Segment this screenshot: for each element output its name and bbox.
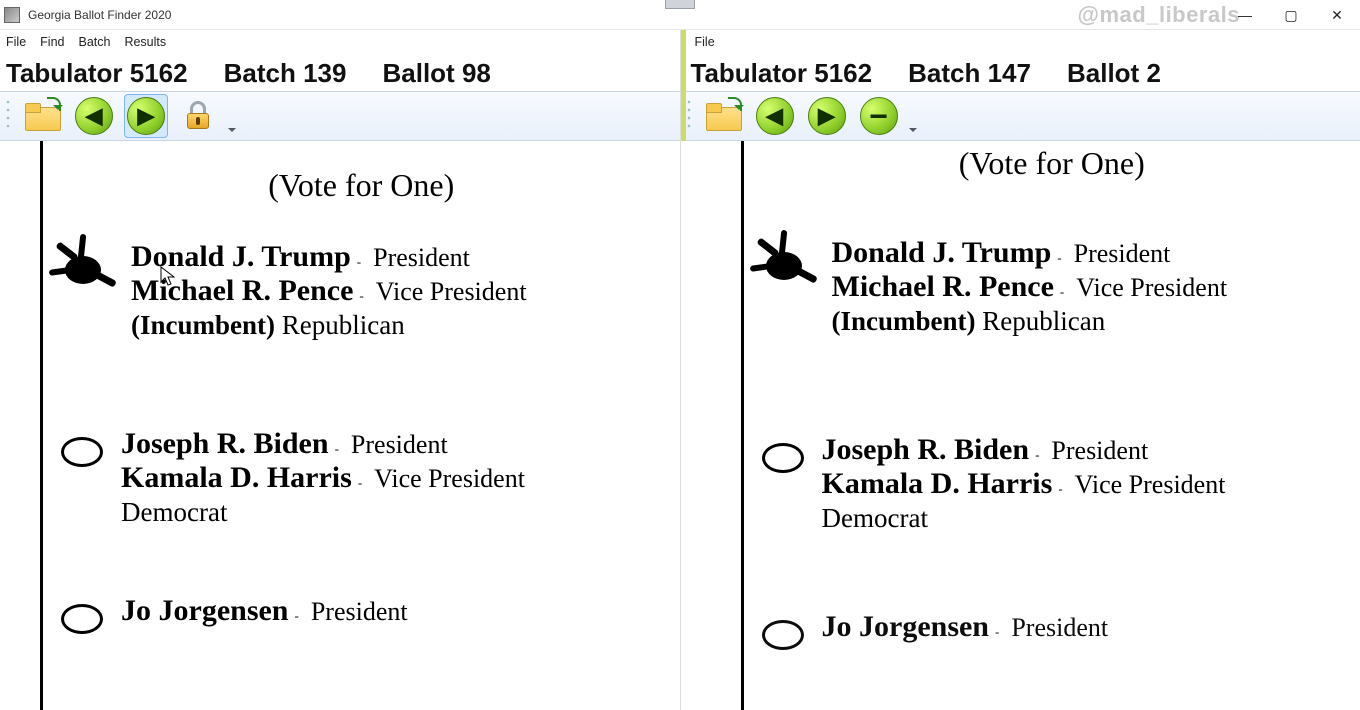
close-button[interactable]: ✕	[1314, 0, 1360, 30]
toolbar-dropdown[interactable]	[228, 96, 236, 136]
candidate-name: Donald J. Trump	[131, 240, 351, 273]
incumbent-label: (Incumbent)	[131, 310, 275, 340]
toolbar-dropdown[interactable]	[909, 96, 917, 136]
menu-find[interactable]: Find	[40, 35, 64, 49]
app-title: Georgia Ballot Finder 2020	[28, 8, 171, 22]
party-label: Republican	[982, 306, 1105, 336]
ballot-value: 98	[462, 58, 491, 88]
candidate-role: President	[1011, 613, 1108, 642]
center-tab-handle[interactable]	[665, 0, 695, 9]
watermark: @mad_liberals	[1078, 2, 1240, 28]
menu-batch[interactable]: Batch	[78, 35, 110, 49]
minus-button[interactable]: −	[857, 94, 901, 138]
arrow-left-icon: ◀	[75, 97, 113, 135]
ballot-value: 2	[1146, 58, 1160, 88]
candidate-role: President	[1051, 436, 1148, 465]
running-mate-name: Kamala D. Harris	[822, 467, 1053, 500]
minimize-button[interactable]: —	[1222, 0, 1268, 30]
vote-for-one: (Vote for One)	[744, 145, 1360, 182]
left-toolbar: ◀ ▶	[0, 91, 680, 141]
candidate-role: President	[1074, 239, 1171, 268]
right-info: Tabulator 5162 Batch 147 Ballot 2	[681, 54, 1360, 91]
right-toolbar: ◀ ▶ −	[681, 91, 1360, 141]
candidate-role: President	[351, 430, 448, 459]
running-mate-name: Michael R. Pence	[131, 274, 353, 307]
candidate-row: Jo Jorgensen-President	[43, 586, 680, 642]
ballot-label: Ballot	[1067, 58, 1139, 88]
candidate-name: Jo Jorgensen	[822, 610, 990, 643]
candidate-role: President	[311, 597, 408, 626]
right-viewer[interactable]: (Vote for One) Donald J. Trump-President…	[681, 141, 1360, 710]
prev-button[interactable]: ◀	[753, 94, 797, 138]
lock-icon	[183, 101, 213, 131]
left-info: Tabulator 5162 Batch 139 Ballot 98	[0, 54, 680, 91]
candidate-name: Donald J. Trump	[832, 236, 1052, 269]
party-label: Republican	[282, 310, 405, 340]
candidate-name: Joseph R. Biden	[822, 433, 1030, 466]
batch-label: Batch	[224, 58, 296, 88]
toolbar-grip[interactable]	[6, 98, 12, 134]
arrow-right-icon: ▶	[127, 97, 165, 135]
tabulator-value: 5162	[814, 58, 872, 88]
running-mate-name: Kamala D. Harris	[121, 461, 352, 494]
candidate-role: President	[373, 243, 470, 272]
tabulator-value: 5162	[130, 58, 188, 88]
arrow-right-icon: ▶	[808, 97, 846, 135]
filled-oval-icon	[53, 240, 113, 300]
right-menubar: File	[681, 30, 1360, 54]
batch-label: Batch	[908, 58, 980, 88]
left-viewer[interactable]: of the United States (Vote for One) Dona…	[0, 141, 680, 710]
candidate-row: Joseph R. Biden-President Kamala D. Harr…	[43, 419, 680, 536]
right-ballot-page: (Vote for One) Donald J. Trump-President…	[741, 141, 1360, 710]
ballot-label: Ballot	[382, 58, 454, 88]
toolbar-grip[interactable]	[687, 98, 693, 134]
titlebar: Georgia Ballot Finder 2020 @mad_liberals…	[0, 0, 1360, 30]
maximize-button[interactable]: ▢	[1268, 0, 1314, 30]
app-icon	[4, 7, 20, 23]
tabulator-label: Tabulator	[6, 58, 123, 88]
incumbent-label: (Incumbent)	[832, 306, 976, 336]
empty-oval-icon	[762, 620, 804, 650]
candidate-name: Jo Jorgensen	[121, 594, 289, 627]
open-folder-button[interactable]	[20, 94, 64, 138]
party-label: Democrat	[822, 503, 928, 533]
empty-oval-icon	[61, 604, 103, 634]
candidate-name: Joseph R. Biden	[121, 427, 329, 460]
folder-icon	[706, 103, 740, 129]
menu-file[interactable]: File	[695, 35, 715, 49]
menu-file[interactable]: File	[6, 35, 26, 49]
left-menubar: File Find Batch Results	[0, 30, 680, 54]
vote-for-one: (Vote for One)	[43, 167, 680, 204]
menu-results[interactable]: Results	[124, 35, 166, 49]
lock-button[interactable]	[176, 94, 220, 138]
running-mate-role: Vice President	[1075, 470, 1226, 499]
candidate-row: Jo Jorgensen-President	[744, 602, 1360, 658]
left-pane: File Find Batch Results Tabulator 5162 B…	[0, 30, 681, 710]
running-mate-role: Vice President	[1076, 273, 1227, 302]
folder-icon	[25, 103, 59, 129]
prev-button[interactable]: ◀	[72, 94, 116, 138]
running-mate-role: Vice President	[374, 464, 525, 493]
minus-icon: −	[860, 97, 898, 135]
candidate-row: Donald J. Trump-President Michael R. Pen…	[744, 228, 1360, 345]
arrow-left-icon: ◀	[756, 97, 794, 135]
open-folder-button[interactable]	[701, 94, 745, 138]
right-pane: File Tabulator 5162 Batch 147 Ballot 2 ◀…	[681, 30, 1360, 710]
filled-oval-icon	[754, 236, 814, 296]
empty-oval-icon	[61, 437, 103, 467]
running-mate-name: Michael R. Pence	[832, 270, 1054, 303]
window-controls: — ▢ ✕	[1222, 0, 1360, 30]
next-button[interactable]: ▶	[124, 94, 168, 138]
running-mate-role: Vice President	[376, 277, 527, 306]
batch-value: 147	[988, 58, 1031, 88]
batch-value: 139	[303, 58, 346, 88]
party-label: Democrat	[121, 497, 227, 527]
left-ballot-page: of the United States (Vote for One) Dona…	[40, 141, 680, 710]
candidate-row: Donald J. Trump-President Michael R. Pen…	[43, 232, 680, 349]
next-button[interactable]: ▶	[805, 94, 849, 138]
candidate-row: Joseph R. Biden-President Kamala D. Harr…	[744, 425, 1360, 542]
tabulator-label: Tabulator	[691, 58, 808, 88]
empty-oval-icon	[762, 443, 804, 473]
